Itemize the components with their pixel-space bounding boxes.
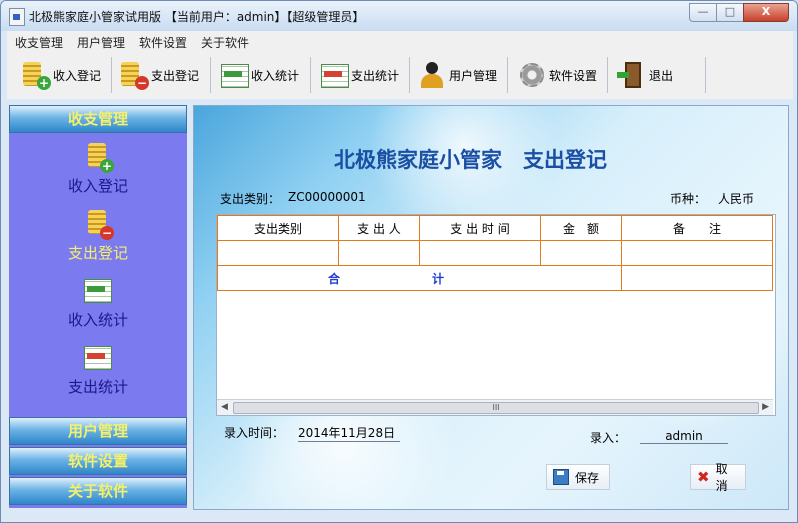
total-value-cell [621, 265, 773, 291]
sidebar-section-about[interactable]: 关于软件 [9, 477, 187, 505]
sidebar-item-income-stats[interactable]: 收入统计 [9, 275, 187, 330]
column-header[interactable]: 金 额 [540, 215, 622, 241]
toolbar-separator [507, 57, 508, 93]
category-value: ZC00000001 [288, 190, 366, 204]
entry-user-label: 录入： [590, 431, 627, 445]
table-cell[interactable] [540, 240, 622, 266]
exit-label: 退出 [649, 68, 674, 83]
title-bar: 北极熊家庭小管家试用版 【当前用户：admin】【超级管理员】 — □ X [1, 1, 797, 31]
menu-bar: 收支管理 用户管理 软件设置 关于软件 [7, 31, 793, 52]
sidebar-item-label: 收入统计 [67, 311, 128, 329]
column-header[interactable]: 备 注 [621, 215, 773, 241]
sidebar-item-expense-register[interactable]: − 支出登记 [9, 208, 187, 263]
table-header-row: 支出类别 支 出 人 支 出 时 间 金 额 备 注 [217, 215, 773, 241]
cancel-button-label: 取消 [715, 462, 728, 493]
table-cell[interactable] [217, 240, 339, 266]
horizontal-scrollbar[interactable]: ◀ III ▶ [217, 399, 773, 415]
toolbar: + 收入登记 − 支出登记 收入统计 支出统计 用户管理 软件设置 退出 [7, 51, 793, 99]
currency-label: 币种： [670, 192, 707, 206]
coins-plus-icon: + [21, 60, 51, 90]
scroll-left-arrow-icon[interactable]: ◀ [221, 402, 228, 412]
close-button[interactable]: X [743, 3, 789, 22]
app-icon [9, 8, 25, 26]
sidebar-item-label: 支出登记 [67, 244, 128, 262]
save-button-label: 保存 [575, 470, 600, 485]
sheet-arrow-left-icon [82, 275, 114, 307]
sidebar-item-label: 收入登记 [67, 177, 128, 195]
menu-software-settings[interactable]: 软件设置 [139, 34, 187, 51]
income-stats-button[interactable]: 收入统计 [219, 55, 299, 95]
app-window: 北极熊家庭小管家试用版 【当前用户：admin】【超级管理员】 — □ X 收支… [0, 0, 798, 523]
total-row: 合 计 [217, 265, 773, 291]
income-register-button[interactable]: + 收入登记 [21, 55, 101, 95]
user-manage-label: 用户管理 [449, 68, 498, 83]
software-settings-button[interactable]: 软件设置 [517, 55, 597, 95]
toolbar-separator [705, 57, 706, 93]
table-row[interactable] [217, 240, 773, 266]
toolbar-separator [607, 57, 608, 93]
entry-user-field[interactable]: admin [640, 429, 728, 444]
sheet-arrow-right-icon [319, 60, 349, 90]
maximize-button[interactable]: □ [716, 3, 744, 22]
menu-user-manage[interactable]: 用户管理 [77, 34, 125, 51]
sidebar-item-expense-stats[interactable]: 支出统计 [9, 342, 187, 397]
menu-about[interactable]: 关于软件 [201, 34, 249, 51]
column-header[interactable]: 支 出 时 间 [419, 215, 541, 241]
total-label-right: 计 [432, 272, 445, 286]
toolbar-separator [111, 57, 112, 93]
toolbar-separator [310, 57, 311, 93]
category-label: 支出类别： [220, 192, 281, 206]
sheet-arrow-left-icon [219, 60, 249, 90]
sidebar-item-income-register[interactable]: + 收入登记 [9, 141, 187, 196]
expense-stats-label: 支出统计 [351, 68, 400, 83]
entry-time-label: 录入时间： [224, 426, 285, 440]
save-disk-icon [553, 469, 569, 485]
expense-register-button[interactable]: − 支出登记 [119, 55, 199, 95]
scroll-right-arrow-icon[interactable]: ▶ [762, 402, 769, 412]
table-cell[interactable] [419, 240, 541, 266]
column-header[interactable]: 支 出 人 [338, 215, 420, 241]
total-label-cell: 合 计 [217, 265, 622, 291]
exit-door-icon [617, 60, 647, 90]
sidebar: 收支管理 + 收入登记 − 支出登记 收入统计 支出统计 用户管理 软件设置 关… [9, 105, 187, 508]
user-key-icon [417, 60, 447, 90]
cancel-x-icon: ✖ [697, 468, 710, 486]
window-title: 北极熊家庭小管家试用版 【当前用户：admin】【超级管理员】 [29, 10, 365, 24]
currency-value: 人民币 [718, 192, 755, 206]
expense-grid[interactable]: 支出类别 支 出 人 支 出 时 间 金 额 备 注 合 计 ◀ III ▶ [216, 214, 776, 416]
toolbar-separator [210, 57, 211, 93]
exit-button[interactable]: 退出 [617, 55, 673, 95]
toolbar-separator [409, 57, 410, 93]
income-register-label: 收入登记 [53, 68, 102, 83]
coins-plus-icon: + [82, 141, 114, 173]
form-title: 北极熊家庭小管家 支出登记 [334, 147, 607, 172]
sidebar-section-user-manage[interactable]: 用户管理 [9, 417, 187, 445]
table-cell[interactable] [621, 240, 773, 266]
column-header[interactable]: 支出类别 [217, 215, 339, 241]
entry-time-field[interactable]: 2014年11月28日 [298, 424, 400, 442]
expense-form-panel: 北极熊家庭小管家 支出登记 支出类别： ZC00000001 币种： 人民币 支… [193, 105, 789, 510]
coins-minus-icon: − [82, 208, 114, 240]
coins-minus-icon: − [119, 60, 149, 90]
scrollbar-thumb[interactable]: III [233, 402, 759, 414]
save-button[interactable]: 保存 [546, 464, 610, 490]
table-cell[interactable] [338, 240, 420, 266]
expense-register-label: 支出登记 [151, 68, 200, 83]
total-label-left: 合 [328, 272, 341, 286]
sidebar-item-label: 支出统计 [67, 378, 128, 396]
sheet-arrow-right-icon [82, 342, 114, 374]
expense-table: 支出类别 支 出 人 支 出 时 间 金 额 备 注 合 计 [217, 215, 773, 291]
gear-icon [517, 60, 547, 90]
menu-income-expense[interactable]: 收支管理 [15, 34, 63, 51]
minimize-button[interactable]: — [689, 3, 717, 22]
sidebar-header-income-expense[interactable]: 收支管理 [9, 105, 187, 133]
software-settings-label: 软件设置 [549, 68, 598, 83]
sidebar-section-software-settings[interactable]: 软件设置 [9, 447, 187, 475]
cancel-button[interactable]: ✖ 取消 [690, 462, 746, 493]
income-stats-label: 收入统计 [251, 68, 300, 83]
user-manage-button[interactable]: 用户管理 [417, 55, 497, 95]
expense-stats-button[interactable]: 支出统计 [319, 55, 399, 95]
